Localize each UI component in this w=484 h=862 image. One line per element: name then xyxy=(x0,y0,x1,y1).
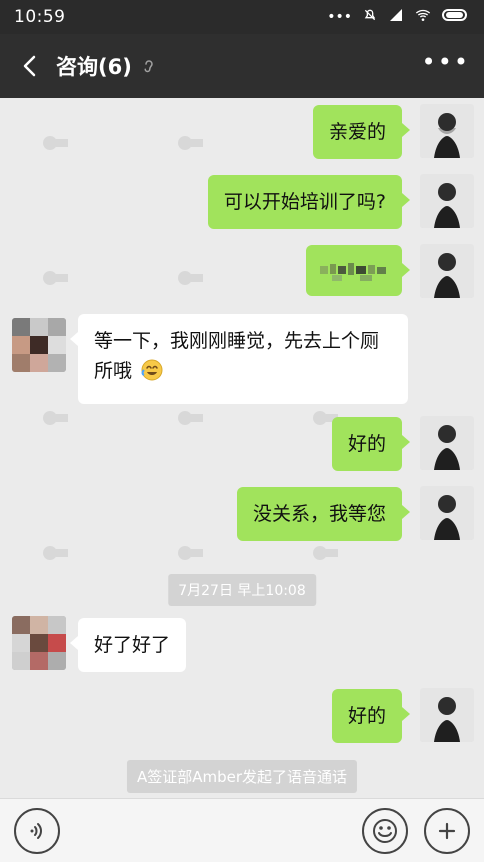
input-bar xyxy=(0,798,484,862)
message-bubble[interactable]: 好了好了 xyxy=(69,618,187,673)
message-text: 可以开始培训了吗? xyxy=(223,191,386,213)
status-bar: 10:59 ••• xyxy=(0,0,484,34)
system-message: A签证部Amber发起了语音通话 xyxy=(126,760,358,793)
message-bubble[interactable]: 好的 xyxy=(331,417,411,472)
battery-icon xyxy=(442,8,470,26)
right-controls xyxy=(362,807,470,854)
message-text: 等一下，我刚刚睡觉，先去上个厕所哦 xyxy=(94,330,380,383)
message-bubble[interactable]: 没关系，我等您 xyxy=(236,487,411,542)
message-bubble[interactable]: 好的 xyxy=(331,689,411,744)
avatar[interactable] xyxy=(12,318,66,372)
message-text: 好了好了 xyxy=(94,634,171,656)
emoji-icon[interactable] xyxy=(362,807,408,854)
watermark-icon xyxy=(310,543,340,563)
add-icon[interactable] xyxy=(424,807,470,854)
message-bubble[interactable]: 可以开始培训了吗? xyxy=(207,175,411,230)
mute-icon xyxy=(362,7,378,27)
avatar[interactable] xyxy=(420,486,474,540)
message-row: 等一下，我刚刚睡觉，先去上个厕所哦 xyxy=(0,314,484,404)
signal-icon xyxy=(388,7,404,27)
chat-title: 咨询(6) xyxy=(56,51,158,81)
message-row xyxy=(0,244,484,300)
message-bubble[interactable]: 等一下，我刚刚睡觉，先去上个厕所哦 xyxy=(70,314,408,404)
ear-icon xyxy=(140,57,158,75)
more-icon: ••• xyxy=(327,9,352,25)
more-icon[interactable]: ••• xyxy=(422,50,470,82)
avatar[interactable] xyxy=(420,688,474,742)
laughing-emoji-icon xyxy=(140,358,164,391)
message-bubble[interactable] xyxy=(306,245,410,296)
avatar[interactable] xyxy=(420,416,474,470)
watermark-icon xyxy=(40,543,70,563)
nav-bar: 咨询(6) ••• xyxy=(0,34,484,98)
avatar[interactable] xyxy=(420,174,474,228)
chat-area: 亲爱的 可以开始培训了吗? 等一下，我刚刚睡觉，先去上个厕所哦 好的 没关系，我… xyxy=(0,98,484,798)
message-text: 没关系，我等您 xyxy=(252,503,386,525)
message-row: 好了好了 xyxy=(0,616,484,673)
message-text: 好的 xyxy=(347,433,386,455)
message-text: 亲爱的 xyxy=(328,121,386,143)
avatar[interactable] xyxy=(420,244,474,298)
status-icons: ••• xyxy=(327,7,470,27)
wifi-icon xyxy=(414,7,432,27)
timestamp-pill: 7月27日 早上10:08 xyxy=(168,574,316,606)
voice-icon[interactable] xyxy=(14,807,60,854)
avatar[interactable] xyxy=(12,616,66,670)
chat-title-text: 咨询(6) xyxy=(56,55,132,79)
status-time: 10:59 xyxy=(14,7,66,27)
message-row: 没关系，我等您 xyxy=(0,486,484,542)
avatar[interactable] xyxy=(420,104,474,158)
message-bubble[interactable]: 亲爱的 xyxy=(312,105,411,160)
message-row: 可以开始培训了吗? xyxy=(0,174,484,230)
censored-content xyxy=(320,260,388,284)
message-row: 好的 xyxy=(0,416,484,472)
back-chevron-icon[interactable] xyxy=(14,51,44,81)
watermark-icon xyxy=(175,543,205,563)
message-row: 好的 xyxy=(0,688,484,744)
message-text: 好的 xyxy=(347,705,386,727)
message-row: 亲爱的 xyxy=(0,104,484,160)
